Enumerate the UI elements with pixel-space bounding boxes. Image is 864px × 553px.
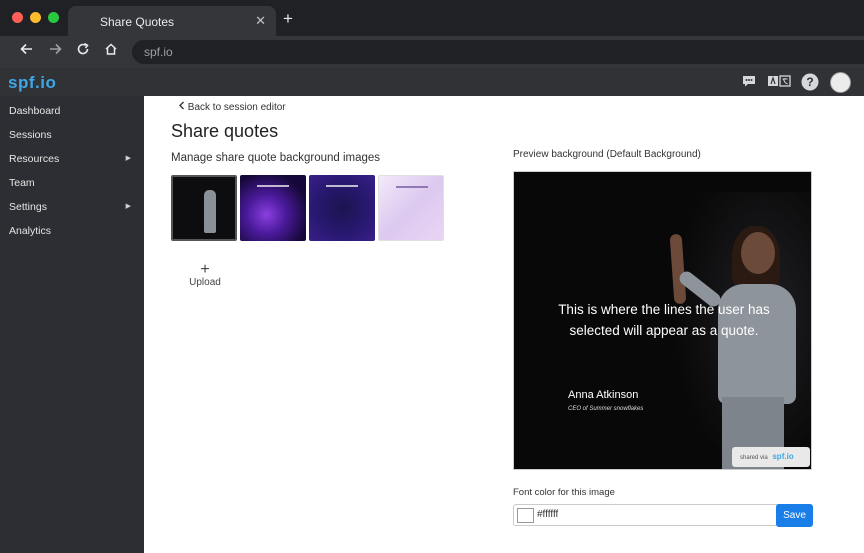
upload-button[interactable]: + Upload [188,261,222,289]
font-color-field [513,504,813,526]
sidebar-item-label: Settings [9,201,47,213]
badge-text: shared via [740,455,768,461]
save-button[interactable]: Save [776,504,813,527]
thumbnail-figure [204,190,216,233]
sidebar-item-team[interactable]: Team [0,172,144,194]
caret-right-icon: ▶ [125,203,131,210]
sidebar-item-settings[interactable]: Settings ▶ [0,196,144,218]
translate-icon[interactable] [767,73,791,91]
thumbnail-text-line [326,185,358,187]
app-header: spf.io ? [0,68,864,96]
sidebar-item-label: Analytics [9,225,52,237]
chevron-left-icon [178,101,188,113]
background-thumbnail-speaker[interactable] [171,175,237,241]
font-color-label: Font color for this image [513,487,615,498]
close-window-button[interactable] [12,12,23,23]
section-subtitle: Manage share quote background images [171,152,381,164]
chat-icon[interactable] [740,73,758,91]
active-tab[interactable]: Share Quotes ✕ [68,6,276,36]
badge-logo: spf.io [772,452,794,461]
sidebar-item-resources[interactable]: Resources ▶ [0,148,144,170]
window-controls [12,12,59,23]
browser-toolbar: spf.io [0,36,864,68]
preview-image: This is where the lines the user has sel… [513,171,812,470]
home-icon[interactable] [100,41,122,63]
font-color-input[interactable] [537,505,687,525]
main-content: Back to session editor Share quotes Mana… [144,96,864,553]
tab-bar: Share Quotes ✕ + [0,0,864,36]
help-icon[interactable]: ? [801,73,819,91]
maximize-window-button[interactable] [48,12,59,23]
sidebar-item-analytics[interactable]: Analytics [0,220,144,242]
sidebar-item-sessions[interactable]: Sessions [0,124,144,146]
upload-label: Upload [189,277,221,288]
back-link[interactable]: Back to session editor [178,101,286,113]
user-avatar[interactable] [830,72,851,93]
page-title: Share quotes [171,121,279,141]
plus-icon: + [200,261,210,278]
sidebar-item-dashboard[interactable]: Dashboard [0,100,144,122]
background-thumbnail-light-purple[interactable] [378,175,444,241]
color-swatch[interactable] [517,508,534,523]
shared-via-badge: shared via spf.io [732,447,810,467]
minimize-window-button[interactable] [30,12,41,23]
sidebar-item-label: Dashboard [9,105,61,117]
reload-icon[interactable] [72,41,94,63]
sidebar-item-label: Resources [9,153,60,165]
caret-right-icon: ▶ [125,155,131,162]
svg-text:?: ? [806,75,813,89]
preview-author-role: CEO of Summer snowflakes [568,406,644,412]
sidebar: Dashboard Sessions Resources ▶ Team Sett… [0,96,144,553]
back-arrow-icon[interactable] [16,41,38,63]
preview-quote: This is where the lines the user has sel… [558,302,770,338]
back-link-label: Back to session editor [187,102,286,113]
forward-arrow-icon[interactable] [44,41,66,63]
preview-label: Preview background (Default Background) [513,149,701,160]
thumbnail-text-line [396,186,428,188]
background-thumbnail-purple-wave[interactable] [240,175,306,241]
tab-close-icon[interactable]: ✕ [255,13,266,29]
tab-title: Share Quotes [100,15,175,29]
app-logo[interactable]: spf.io [8,73,56,93]
thumbnail-text-line [257,185,289,187]
address-bar[interactable]: spf.io [132,40,864,64]
new-tab-button[interactable]: + [283,9,293,29]
background-thumbnails [171,175,444,241]
speaker-head [741,232,775,274]
preview-author: Anna Atkinson [568,389,639,401]
background-thumbnail-bokeh[interactable] [309,175,375,241]
sidebar-item-label: Team [9,177,35,189]
browser-window: Share Quotes ✕ + spf.io spf.io ? Dashboa… [0,0,864,553]
sidebar-item-label: Sessions [9,129,52,141]
